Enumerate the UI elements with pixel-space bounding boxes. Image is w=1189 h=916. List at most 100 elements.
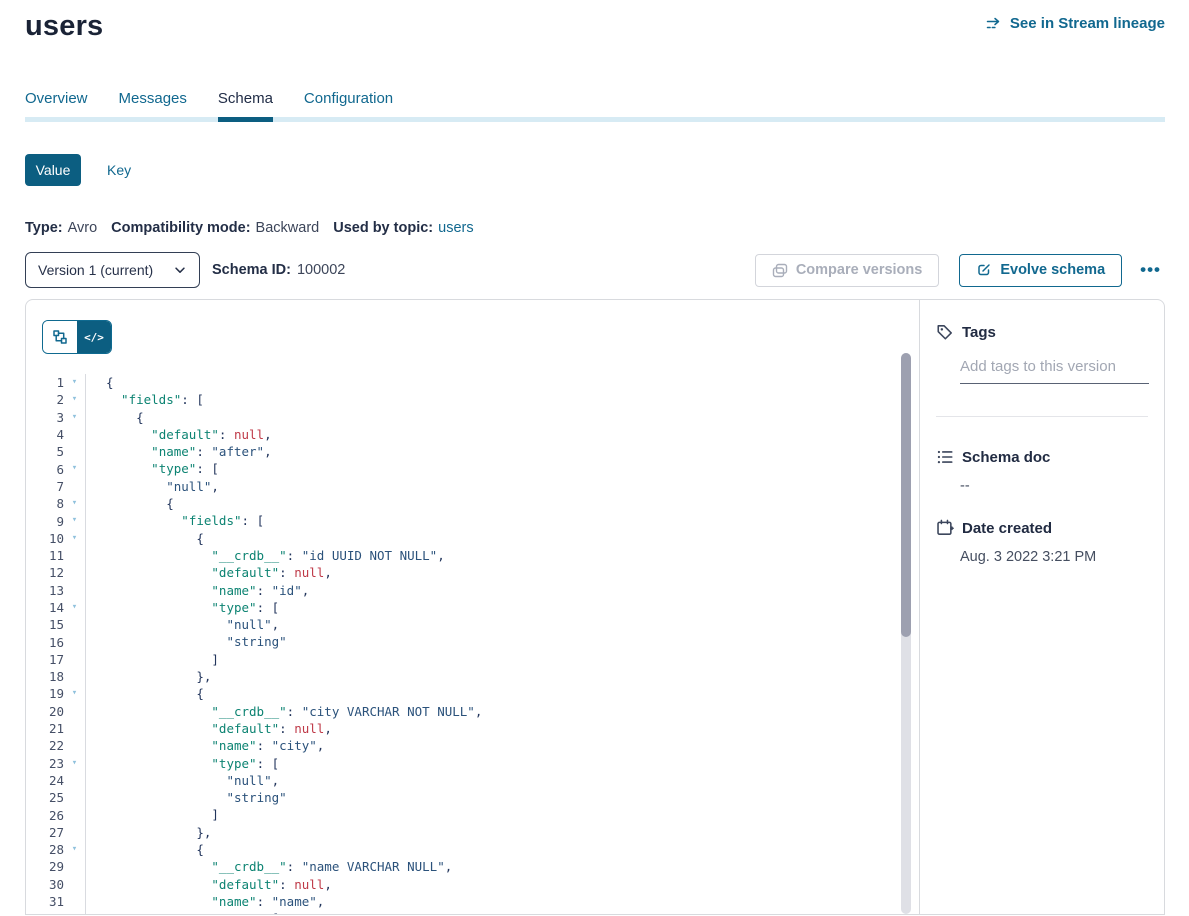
code-view-button[interactable]: </> [77, 321, 111, 353]
code-line: 12"default": null, [26, 564, 919, 581]
code-text: "__crdb__": "name VARCHAR NULL", [85, 858, 919, 875]
code-line: 8▾{ [26, 495, 919, 512]
evolve-schema-button[interactable]: Evolve schema [959, 254, 1122, 287]
key-toggle-button[interactable]: Key [107, 162, 131, 178]
code-line: 30"default": null, [26, 876, 919, 893]
line-number: 9 [26, 514, 64, 529]
fold-toggle-icon[interactable]: ▾ [64, 512, 85, 529]
line-number: 16 [26, 635, 64, 650]
evolve-schema-label: Evolve schema [1000, 262, 1105, 278]
editor-scrollbar-track[interactable] [901, 353, 911, 914]
code-line: 22"name": "city", [26, 737, 919, 754]
line-number: 20 [26, 704, 64, 719]
code-text: "default": null, [85, 426, 919, 443]
line-number: 23 [26, 756, 64, 771]
code-line: 24"null", [26, 772, 919, 789]
type-value: Avro [68, 220, 98, 236]
code-line: 32▾"type": [ [26, 910, 919, 914]
code-line: 26] [26, 806, 919, 823]
meta-type: Type: Avro [25, 220, 97, 236]
tab-overview[interactable]: Overview [25, 90, 88, 108]
line-number: 5 [26, 444, 64, 459]
fold-toggle-icon[interactable]: ▾ [64, 755, 85, 772]
code-line: 23▾"type": [ [26, 755, 919, 772]
meta-topic: Used by topic: users [333, 220, 473, 236]
fold-toggle-icon[interactable]: ▾ [64, 374, 85, 391]
type-label: Type: [25, 220, 63, 236]
compare-versions-label: Compare versions [796, 262, 923, 278]
code-line: 13 "name": "id", [26, 582, 919, 599]
code-line: 10▾{ [26, 530, 919, 547]
code-line: 15"null", [26, 616, 919, 633]
code-text: "null", [85, 772, 919, 789]
stream-lineage-link[interactable]: See in Stream lineage [986, 15, 1165, 32]
fold-toggle-icon[interactable]: ▾ [64, 685, 85, 702]
code-line: 25"string" [26, 789, 919, 806]
tree-view-button[interactable] [43, 321, 77, 353]
code-text: "string" [85, 789, 919, 806]
edit-icon [976, 262, 992, 278]
tags-section-header: Tags [936, 322, 1148, 342]
code-line: 31 "name": "name", [26, 893, 919, 910]
code-line: 7"null", [26, 478, 919, 495]
schema-sidebar: Tags Schema doc -- [919, 300, 1164, 914]
fold-toggle-icon[interactable]: ▾ [64, 391, 85, 408]
schema-doc-value: -- [960, 478, 1148, 494]
line-number: 3 [26, 410, 64, 425]
add-tags-input[interactable] [960, 352, 1149, 384]
line-number: 8 [26, 496, 64, 511]
line-number: 22 [26, 738, 64, 753]
schema-doc-header: Schema doc [936, 447, 1148, 467]
code-line: 19▾{ [26, 685, 919, 702]
code-line: 4"default": null, [26, 426, 919, 443]
code-line: 2▾"fields": [ [26, 391, 919, 408]
line-number: 18 [26, 669, 64, 684]
tab-messages[interactable]: Messages [119, 90, 187, 108]
code-editor-content[interactable]: 1▾{2▾"fields": [3▾{4"default": null,5"na… [26, 374, 919, 914]
line-number: 31 [26, 894, 64, 909]
version-bar: Version 1 (current) Schema ID: 100002 Co… [25, 252, 1165, 288]
fold-toggle-icon[interactable]: ▾ [64, 495, 85, 512]
schema-id-label: Schema ID: [212, 262, 291, 278]
date-created-value: Aug. 3 2022 3:21 PM [960, 549, 1148, 565]
version-select[interactable]: Version 1 (current) [25, 252, 200, 288]
line-number: 13 [26, 583, 64, 598]
code-text: "type": [ [85, 755, 919, 772]
code-text: "__crdb__": "city VARCHAR NOT NULL", [85, 703, 919, 720]
code-text: "type": [ [85, 910, 919, 914]
fold-toggle-icon[interactable]: ▾ [64, 910, 85, 914]
fold-toggle-icon[interactable]: ▾ [64, 599, 85, 616]
line-number: 21 [26, 721, 64, 736]
compatibility-label: Compatibility mode: [111, 220, 250, 236]
line-number: 17 [26, 652, 64, 667]
line-number: 19 [26, 686, 64, 701]
fold-toggle-icon[interactable]: ▾ [64, 409, 85, 426]
tab-schema[interactable]: Schema [218, 90, 273, 108]
compare-versions-button[interactable]: Compare versions [755, 254, 940, 287]
code-text: }, [85, 824, 919, 841]
fold-toggle-icon[interactable]: ▾ [64, 841, 85, 858]
code-text: "type": [ [85, 460, 919, 477]
value-toggle-button[interactable]: Value [25, 154, 81, 186]
code-view-icon: </> [84, 331, 104, 344]
code-line: 28▾{ [26, 841, 919, 858]
code-text: "name": "id", [85, 582, 919, 599]
code-text: "name": "name", [85, 893, 919, 910]
code-line: 3▾{ [26, 409, 919, 426]
topic-link[interactable]: users [438, 220, 473, 236]
code-text: { [85, 409, 919, 426]
code-text: "fields": [ [85, 512, 919, 529]
code-line: 16"string" [26, 633, 919, 650]
code-line: 11"__crdb__": "id UUID NOT NULL", [26, 547, 919, 564]
more-options-button[interactable]: ••• [1136, 258, 1165, 282]
code-text: { [85, 841, 919, 858]
date-created-title: Date created [962, 520, 1052, 537]
fold-toggle-icon[interactable]: ▾ [64, 530, 85, 547]
schema-editor: </> 1▾{2▾"fields": [3▾{4"default": null,… [26, 300, 919, 914]
line-number: 1 [26, 375, 64, 390]
code-text: "fields": [ [85, 391, 919, 408]
tree-view-icon [52, 329, 68, 345]
fold-toggle-icon[interactable]: ▾ [64, 460, 85, 477]
editor-scrollbar-thumb[interactable] [901, 353, 911, 637]
tab-configuration[interactable]: Configuration [304, 90, 393, 108]
